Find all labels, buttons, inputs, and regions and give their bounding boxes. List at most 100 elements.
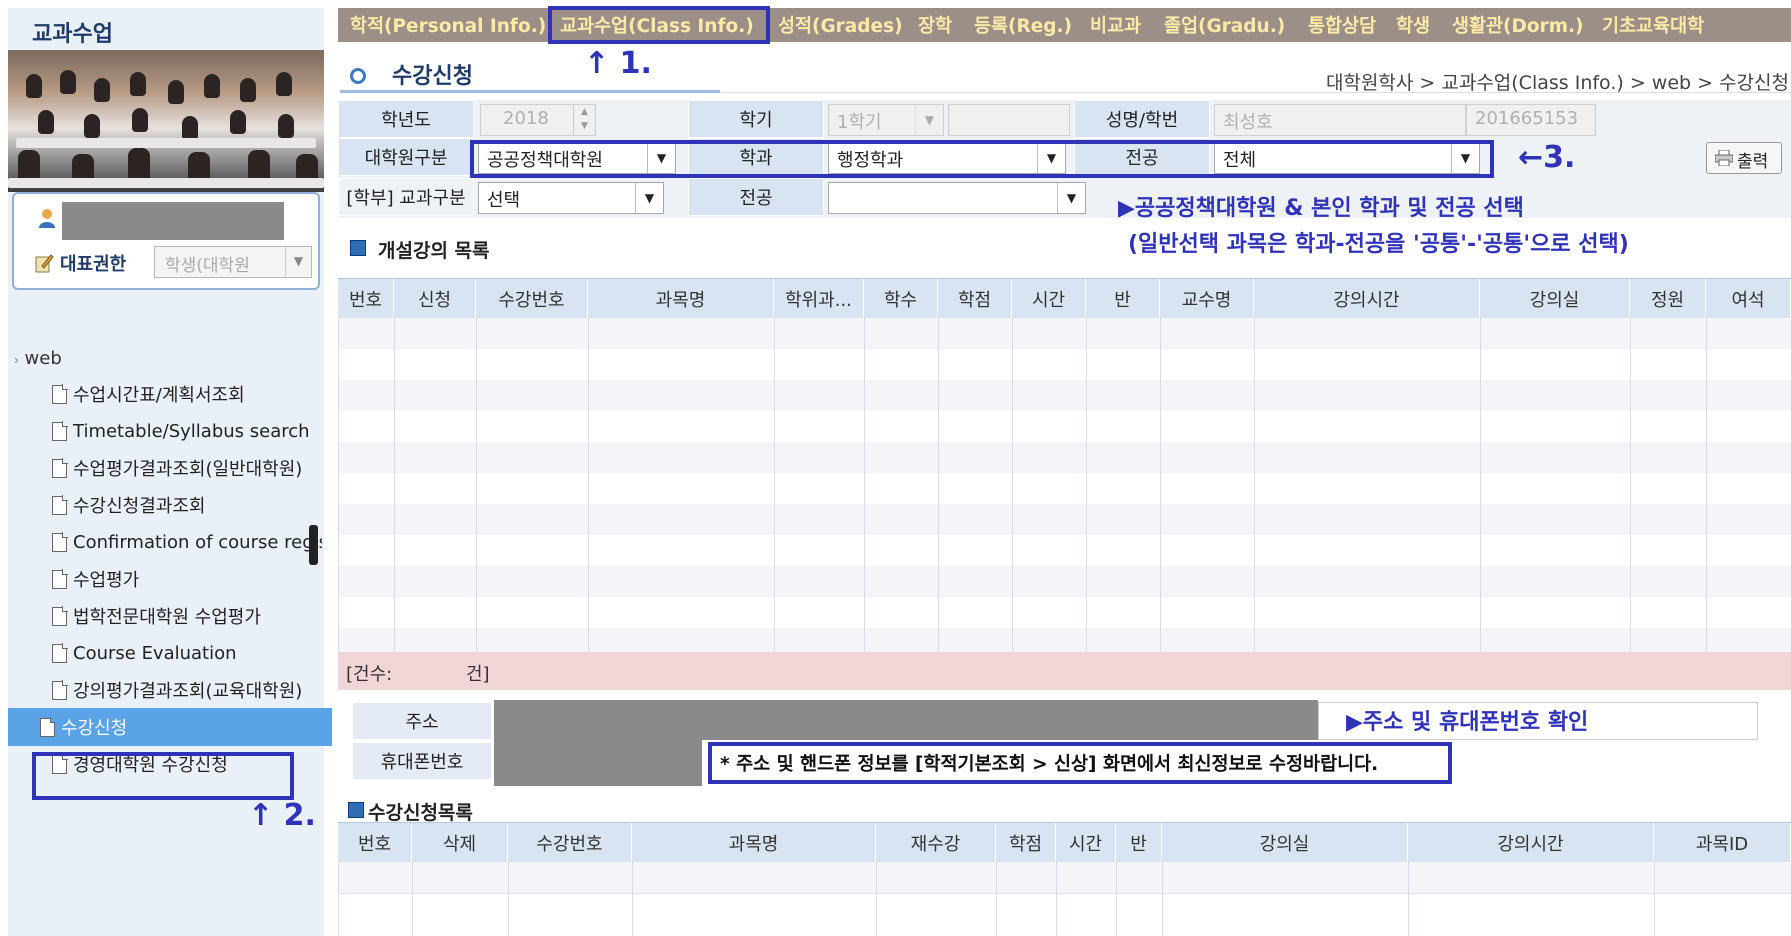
sidebar-item-label: 수강신청 bbox=[61, 718, 128, 739]
sidebar-item-evaluation[interactable]: 수업평가 bbox=[52, 560, 322, 598]
tree-root[interactable]: › web bbox=[14, 348, 62, 369]
auth-select[interactable]: 학생(대학원 ▼ bbox=[154, 246, 312, 278]
sidebar-item-course-evaluation[interactable]: Course Evaluation bbox=[52, 634, 322, 672]
menu-basic-college[interactable]: 기초교육대학 bbox=[1602, 12, 1704, 38]
annotation-note4: * 주소 및 핸드폰 정보를 [학적기본조회 > 신상] 화면에서 최신정보로 … bbox=[720, 754, 1379, 775]
sidebar-item-law-evaluation[interactable]: 법학전문대학원 수업평가 bbox=[52, 597, 322, 635]
sidebar-item-registration-result[interactable]: 수강신청결과조회 bbox=[52, 486, 322, 524]
sidebar-item-timetable[interactable]: 수업시간표/계획서조회 bbox=[52, 375, 322, 413]
document-icon bbox=[52, 680, 68, 700]
title-circle-icon bbox=[350, 68, 366, 84]
splitter-handle[interactable] bbox=[309, 525, 318, 565]
sidebar-title: 교과수업 bbox=[32, 22, 113, 47]
chevron-down-icon: ▼ bbox=[635, 183, 663, 213]
col-course-name: 과목명 bbox=[632, 823, 876, 863]
col-schedule: 강의시간 bbox=[1408, 823, 1654, 863]
col-remaining: 여석 bbox=[1706, 279, 1791, 319]
spinner-icon[interactable]: ▲ ▼ bbox=[573, 105, 595, 135]
annotation-box-1 bbox=[548, 6, 770, 44]
print-button[interactable]: 출력 bbox=[1706, 142, 1782, 174]
name-field: 최성호 bbox=[1214, 104, 1466, 136]
student-id-field: 201665153 bbox=[1466, 104, 1596, 136]
document-icon bbox=[52, 569, 68, 589]
menu-student[interactable]: 학생 bbox=[1396, 12, 1430, 38]
sidebar-item-label: 법학전문대학원 수업평가 bbox=[73, 607, 261, 628]
col-classroom: 강의실 bbox=[1162, 823, 1408, 863]
sidebar-item-label: 수강신청결과조회 bbox=[73, 496, 206, 517]
count-bar: [건수: 건] bbox=[338, 652, 1791, 690]
annotation-step1: ↑ 1. bbox=[584, 46, 652, 81]
col-course-number: 수강번호 bbox=[508, 823, 632, 863]
year-label: 학년도 bbox=[338, 100, 474, 138]
student-id-value: 201665153 bbox=[1475, 108, 1579, 129]
col-course-number: 수강번호 bbox=[476, 279, 588, 319]
chevron-down-icon: ▼ bbox=[285, 247, 311, 277]
document-icon bbox=[40, 717, 56, 737]
chevron-down-icon: ▼ bbox=[1057, 183, 1085, 213]
semester-extra-field bbox=[948, 104, 1070, 136]
classroom-photo bbox=[8, 50, 324, 192]
col-no: 번호 bbox=[338, 279, 394, 319]
tree-root-label: web bbox=[24, 348, 62, 369]
open-courses-body[interactable] bbox=[338, 318, 1791, 652]
col-delete: 삭제 bbox=[412, 823, 508, 863]
annotation-note3: ▶주소 및 휴대폰번호 확인 bbox=[1346, 710, 1589, 735]
grad-school-label: 대학원구분 bbox=[338, 138, 474, 176]
menu-personal-info[interactable]: 학적(Personal Info.) bbox=[350, 12, 546, 38]
breadcrumb: 대학원학사 > 교과수업(Class Info.) > web > 수강신청 bbox=[1325, 72, 1789, 94]
print-label: 출력 bbox=[1737, 152, 1769, 172]
sidebar-item-label: 수업평가 bbox=[73, 570, 140, 591]
sidebar-item-label: 강의평가결과조회(교육대학원) bbox=[73, 681, 303, 702]
registered-body[interactable] bbox=[338, 862, 1791, 936]
sidebar-item-confirmation[interactable]: Confirmation of course registration bbox=[52, 523, 322, 561]
document-icon bbox=[52, 606, 68, 626]
document-icon bbox=[52, 384, 68, 404]
sidebar-item-timetable-en[interactable]: Timetable/Syllabus search bbox=[52, 412, 322, 450]
col-capacity: 정원 bbox=[1630, 279, 1706, 319]
title-underline bbox=[340, 90, 720, 93]
course-type-select[interactable]: 선택 ▼ bbox=[478, 182, 664, 214]
col-hours: 시간 bbox=[1012, 279, 1086, 319]
menu-graduation[interactable]: 졸업(Gradu.) bbox=[1164, 12, 1285, 38]
menu-extracurricular[interactable]: 비교과 bbox=[1090, 12, 1141, 38]
count-suffix: 건] bbox=[466, 664, 490, 685]
col-credits: 학점 bbox=[996, 823, 1056, 863]
course-type-label: [학부] 교과구분 bbox=[338, 178, 474, 216]
document-icon bbox=[52, 458, 68, 478]
col-no: 번호 bbox=[338, 823, 412, 863]
menu-counseling[interactable]: 통합상담 bbox=[1308, 12, 1376, 38]
major2-select[interactable]: ▼ bbox=[828, 182, 1086, 214]
menu-registration[interactable]: 등록(Reg.) bbox=[974, 12, 1072, 38]
sidebar-item-course-registration[interactable]: 수강신청 bbox=[8, 708, 332, 746]
user-box: 대표권한 학생(대학원 ▼ bbox=[12, 192, 320, 290]
semester-select[interactable]: 1학기 ▼ bbox=[828, 104, 944, 136]
annotation-note1: ▶공공정책대학원 & 본인 학과 및 전공 선택 bbox=[1118, 196, 1524, 221]
col-section: 반 bbox=[1116, 823, 1162, 863]
col-hours: 시간 bbox=[1056, 823, 1116, 863]
year-input[interactable]: 2018 ▲ ▼ bbox=[480, 104, 596, 136]
name-label: 성명/학번 bbox=[1074, 100, 1210, 138]
menu-dorm[interactable]: 생활관(Dorm.) bbox=[1452, 12, 1583, 38]
menu-scholarship[interactable]: 장학 bbox=[918, 12, 952, 38]
sidebar-item-lecture-eval-result[interactable]: 강의평가결과조회(교육대학원) bbox=[52, 671, 322, 709]
col-section: 반 bbox=[1086, 279, 1160, 319]
col-course-name: 과목명 bbox=[588, 279, 774, 319]
col-course-id: 과목ID bbox=[1654, 823, 1791, 863]
page-title: 수강신청 bbox=[392, 64, 473, 89]
document-icon bbox=[52, 643, 68, 663]
col-course-code: 학수 bbox=[864, 279, 938, 319]
document-icon bbox=[52, 421, 68, 441]
menu-grades[interactable]: 성적(Grades) bbox=[778, 12, 903, 38]
major2-label: 전공 bbox=[688, 178, 824, 216]
chevron-right-icon: › bbox=[14, 353, 19, 367]
annotation-box-3 bbox=[470, 140, 1494, 178]
open-courses-title: 개설강의 목록 bbox=[378, 240, 490, 262]
col-retake: 재수강 bbox=[876, 823, 996, 863]
col-professor: 교수명 bbox=[1160, 279, 1254, 319]
col-classroom: 강의실 bbox=[1480, 279, 1630, 319]
col-credits: 학점 bbox=[938, 279, 1012, 319]
sidebar-item-label: Confirmation of course registration bbox=[73, 531, 322, 553]
sidebar-item-eval-result[interactable]: 수업평가결과조회(일반대학원) bbox=[52, 449, 322, 487]
document-icon bbox=[52, 495, 68, 515]
semester-value: 1학기 bbox=[837, 112, 882, 133]
